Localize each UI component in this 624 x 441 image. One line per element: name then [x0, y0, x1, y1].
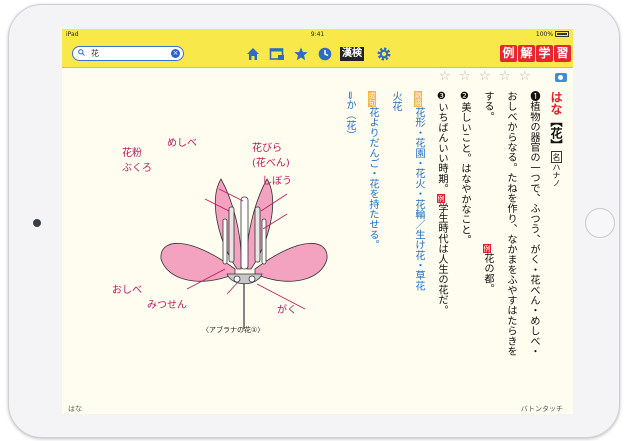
label-pistil: めしべ [167, 138, 197, 149]
settings-gear-icon[interactable] [376, 46, 392, 62]
flower-diagram: 花粉 ぶくろ めしべ 花びら (花べん) しぼう おしべ みつせん がく [112, 138, 332, 339]
idioms-tag: 成句 [368, 91, 376, 107]
label-sepal: がく [277, 305, 297, 316]
label-ovary: しぼう [262, 176, 292, 187]
headword-kanji: 花 [549, 127, 563, 139]
app-screen: iPad 9:41 100% 花 × 漢検 例 解 学 習 ☆ ☆ ☆ ☆ ☆ … [62, 29, 573, 414]
sense-2-number: ❷ [459, 91, 470, 102]
label-stamen: おしべ [112, 285, 142, 296]
example-text: 学生時代は人生の花だ。 [436, 202, 447, 316]
battery-status: 100% [536, 31, 569, 38]
camera-icon[interactable] [555, 73, 567, 82]
star-icon[interactable]: ☆ [439, 69, 451, 84]
compounds-tag: 熟語 [414, 91, 422, 107]
compound-words[interactable]: 花形・花園・花火・花輪／生け花・草花 [413, 107, 424, 291]
history-clock-icon[interactable] [317, 46, 333, 62]
idioms-text[interactable]: 花よりだんご・花を持たせる。 [367, 107, 378, 250]
home-icon[interactable] [245, 46, 261, 62]
example-tag: 例 [437, 193, 445, 203]
entry-headword-column: はな【花】名ハナノ [548, 91, 564, 187]
kanji-bracket-open: 【 [549, 115, 563, 127]
battery-percent: 100% [535, 31, 554, 38]
label-pollen-sac-2: ぶくろ [122, 163, 152, 174]
compound-words-line: 熟語花形・花園・花火・花輪／生け花・草花 [410, 91, 426, 291]
search-input[interactable]: 花 [91, 48, 99, 59]
definition-line-3: する。 [482, 91, 493, 122]
tab-rei[interactable]: 例 [500, 45, 517, 62]
clear-search-button[interactable]: × [171, 49, 180, 58]
clock: 9:41 [310, 31, 325, 38]
footer-entry-label: はな [68, 405, 82, 413]
example-line-1: 例花の都。 [479, 244, 495, 294]
search-icon [78, 49, 85, 56]
example-text: 花の都。 [482, 253, 493, 294]
example-tag: 例 [483, 244, 491, 253]
footer-bar: はな バトンタッチ [62, 402, 573, 414]
front-camera [33, 219, 41, 227]
cross-reference-link[interactable]: ⇒か（花） [341, 91, 357, 140]
toolbar: 花 × 漢検 例 解 学 習 [62, 41, 573, 68]
definition-line-2: おしべからなる。たねを作り、なかまをふやすはたらきを [505, 91, 516, 357]
baton-touch-button[interactable]: バトンタッチ [521, 404, 563, 414]
rating-stars[interactable]: ☆ ☆ ☆ ☆ ☆ [62, 67, 573, 85]
tab-gaku[interactable]: 学 [536, 45, 553, 62]
search-field[interactable]: 花 × [72, 46, 184, 61]
idioms-line: 成句花よりだんご・花を持たせる。 [364, 91, 380, 250]
definition-line-4: ❷美しいこと。はなやかなこと。 [456, 91, 472, 245]
bookmark-star-icon[interactable] [293, 46, 309, 62]
label-petal: 花びら [252, 143, 282, 154]
home-button[interactable] [585, 208, 615, 238]
star-icon[interactable]: ☆ [479, 69, 491, 84]
definition-line-1: ❶植物の器官の一つで、ふつう、がく・花べん・めしべ・ [528, 91, 539, 357]
diagram-caption: 〈アブラナの花①〉 [202, 326, 265, 334]
part-of-speech-tag: 名 [551, 151, 562, 163]
star-icon[interactable]: ☆ [459, 69, 471, 84]
tab-kai[interactable]: 解 [518, 45, 535, 62]
label-nectary: みつせん [147, 300, 187, 311]
star-icon[interactable]: ☆ [499, 69, 511, 84]
accent-note: ハナノ [552, 163, 561, 187]
battery-icon [555, 31, 569, 37]
ipad-frame: iPad 9:41 100% 花 × 漢検 例 解 学 習 ☆ ☆ ☆ ☆ ☆ … [8, 4, 620, 438]
label-pollen-sac: 花粉 [122, 148, 142, 159]
compound-word-extra[interactable]: 火花 [387, 91, 403, 111]
sense-3-number: ❸ [436, 91, 447, 102]
tab-shu[interactable]: 習 [554, 45, 571, 62]
star-icon[interactable]: ☆ [519, 69, 531, 84]
headword: はな [549, 91, 563, 115]
window-icon[interactable] [269, 46, 285, 62]
kanken-button[interactable]: 漢検 [340, 47, 364, 61]
label-petal-2: (花べん) [252, 158, 290, 169]
sense-2-text: 美しいこと。はなやかなこと。 [459, 102, 470, 245]
kanji-bracket-close: 】 [549, 139, 563, 151]
status-bar: iPad 9:41 100% [62, 29, 573, 41]
definition-line-5: ❸いちばんいい時期。例学生時代は人生の花だ。 [433, 91, 449, 315]
sense-3-text: いちばんいい時期。 [436, 102, 447, 194]
